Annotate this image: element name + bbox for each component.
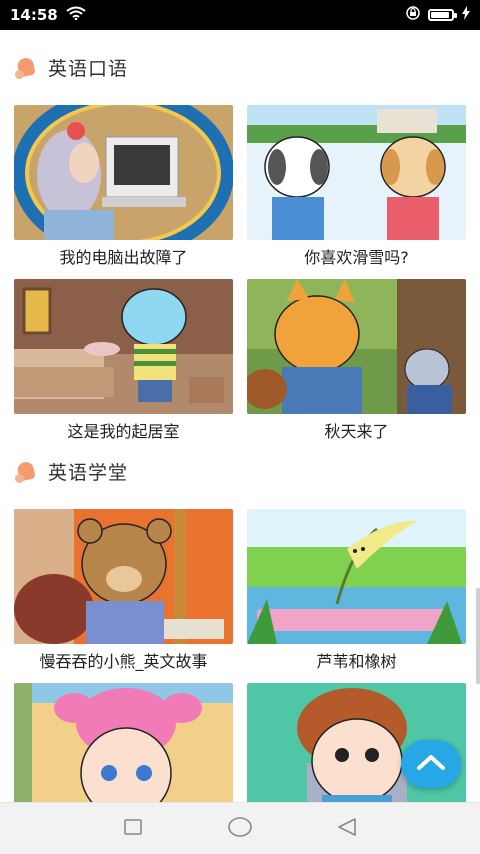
section-title: 英语口语 xyxy=(48,58,129,80)
video-card[interactable]: 你喜欢滑雪吗? xyxy=(247,105,466,268)
content-scroll[interactable]: 英语口语 我的电脑出故障了 你喜欢滑雪吗? 这是我的起居室 秋天来了 英语学堂 … xyxy=(0,30,480,802)
video-thumbnail[interactable] xyxy=(247,105,466,240)
bell-icon xyxy=(14,57,38,79)
home-icon xyxy=(227,816,253,842)
video-thumbnail[interactable] xyxy=(14,105,233,240)
video-thumbnail[interactable] xyxy=(14,279,233,414)
edge-panel-handle[interactable] xyxy=(476,588,480,684)
charging-icon xyxy=(462,6,470,24)
home-button[interactable] xyxy=(220,809,260,849)
status-time: 14:58 xyxy=(10,6,58,24)
chevron-up-icon xyxy=(416,753,446,775)
video-title[interactable]: 秋天来了 xyxy=(247,418,466,442)
status-bar: 14:58 xyxy=(0,0,480,30)
recent-apps-icon xyxy=(123,818,143,840)
section-header-english-class: 英语学堂 xyxy=(14,458,128,485)
video-card[interactable]: 秋天来了 xyxy=(247,279,466,442)
back-icon xyxy=(336,817,358,841)
back-button[interactable] xyxy=(327,809,367,849)
section-header-oral-english: 英语口语 xyxy=(14,54,128,81)
recent-apps-button[interactable] xyxy=(113,809,153,849)
system-nav-bar xyxy=(0,802,480,854)
video-card[interactable]: 芦苇和橡树 xyxy=(247,509,466,672)
video-thumbnail[interactable] xyxy=(14,509,233,644)
video-title[interactable]: 这是我的起居室 xyxy=(14,418,233,442)
lock-icon xyxy=(406,6,420,24)
wifi-icon xyxy=(66,6,86,24)
video-title[interactable]: 你喜欢滑雪吗? xyxy=(247,244,466,268)
scroll-to-top-button[interactable] xyxy=(401,740,461,788)
video-title[interactable]: 芦苇和橡树 xyxy=(247,648,466,672)
video-thumbnail[interactable] xyxy=(247,509,466,644)
video-card[interactable]: 我的电脑出故障了 xyxy=(14,105,233,268)
video-card[interactable]: 慢吞吞的小熊_英文故事 xyxy=(14,509,233,672)
section-title: 英语学堂 xyxy=(48,462,129,484)
video-title[interactable]: 我的电脑出故障了 xyxy=(14,244,233,268)
bell-icon xyxy=(14,461,38,483)
battery-icon xyxy=(428,9,457,21)
video-card[interactable]: 这是我的起居室 xyxy=(14,279,233,442)
video-title[interactable]: 慢吞吞的小熊_英文故事 xyxy=(14,648,233,672)
video-thumbnail[interactable] xyxy=(247,279,466,414)
video-thumbnail[interactable] xyxy=(14,683,233,802)
video-card[interactable] xyxy=(14,683,233,802)
